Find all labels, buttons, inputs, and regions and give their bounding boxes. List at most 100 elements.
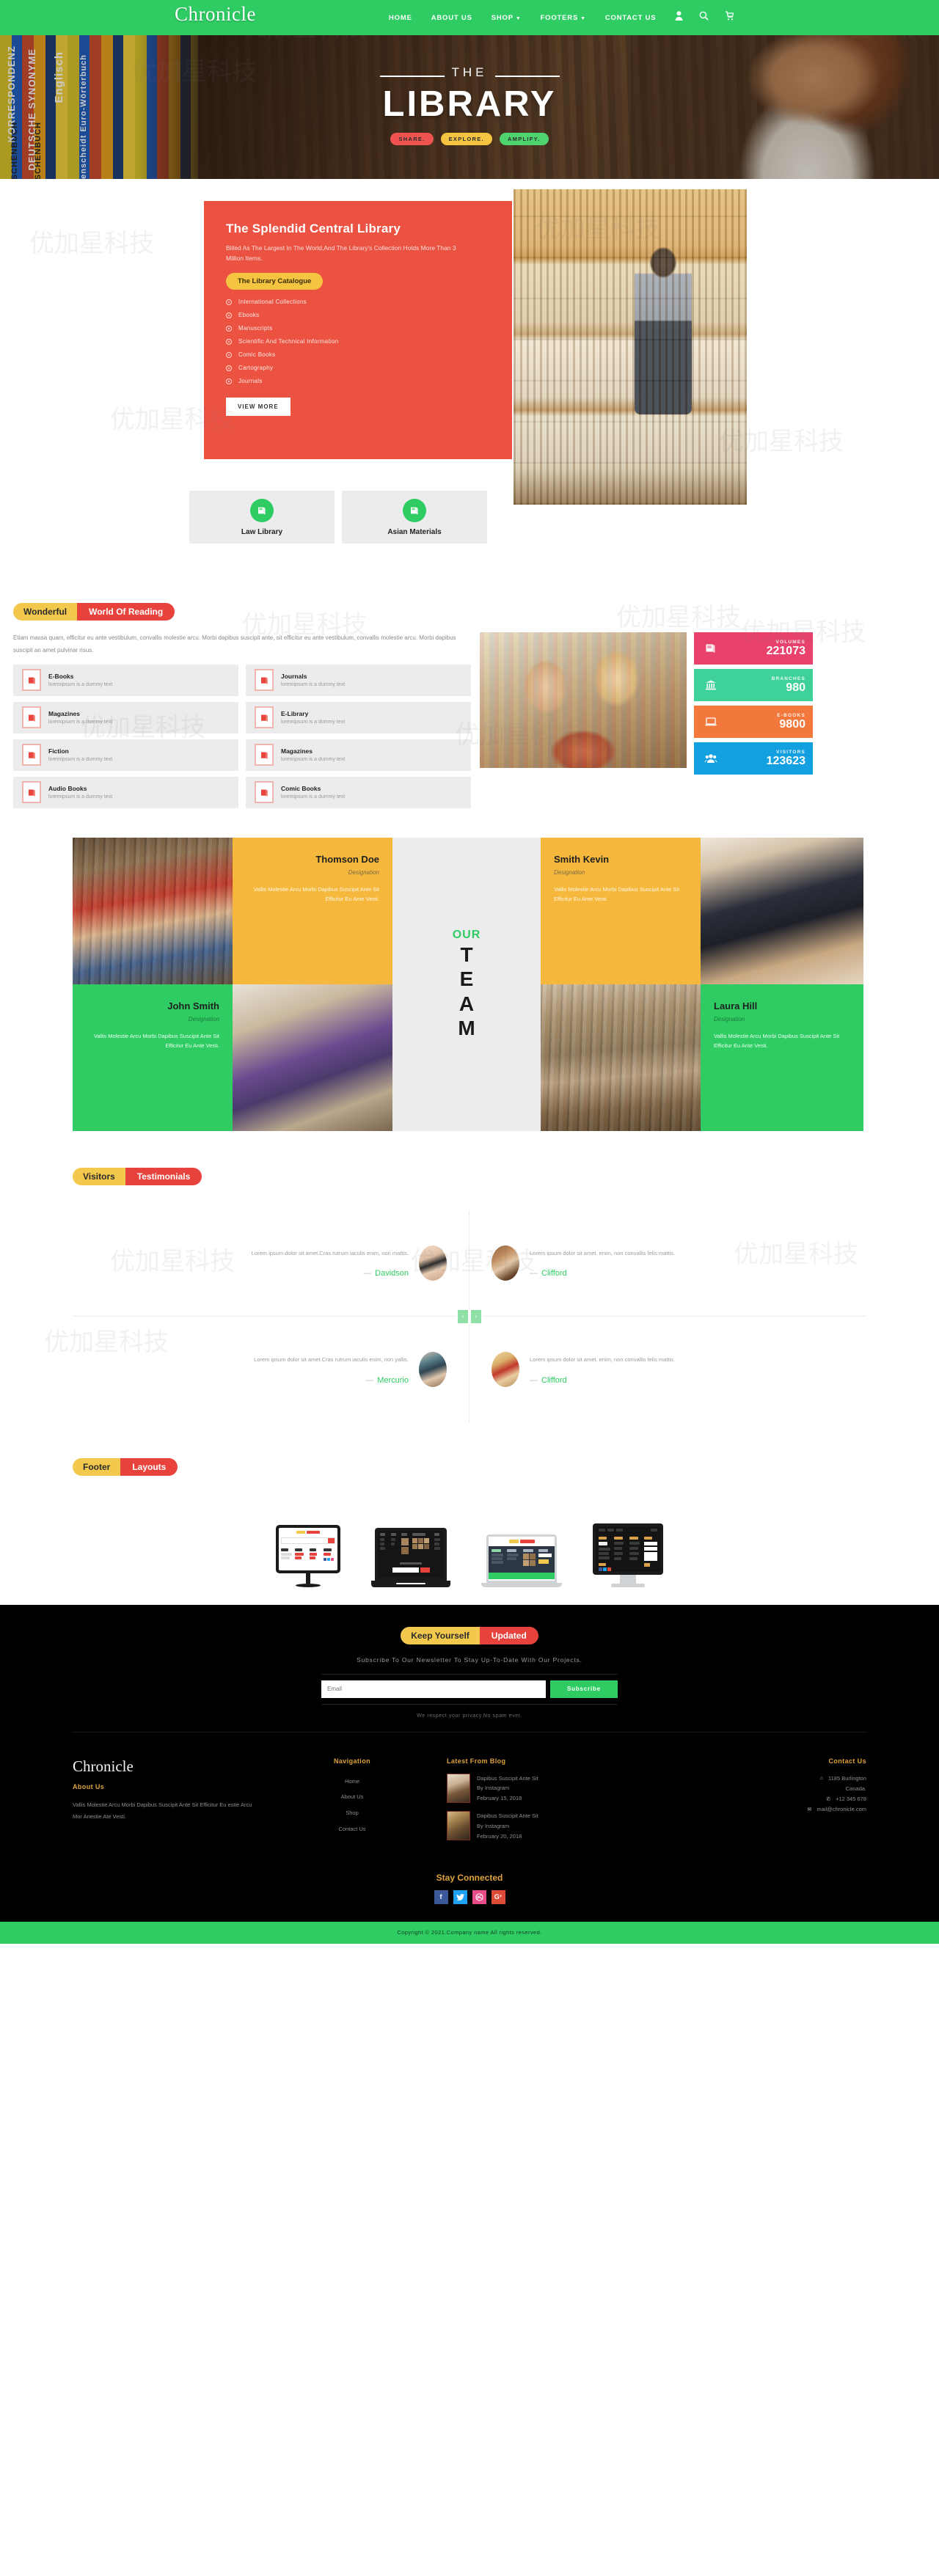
feature-audio-books[interactable]: Audio Books loremipsum is a dummy text: [13, 776, 238, 808]
site-footer: Keep Yourself Updated Subscribe To Our N…: [0, 1604, 939, 1944]
nav-item-footers[interactable]: FOOTERS ▼: [541, 14, 586, 22]
team-letter-m: M: [458, 1016, 475, 1039]
social-links: f G +: [0, 1889, 939, 1904]
team-card-john-smith: John Smith Designation Vallis Molestie A…: [73, 984, 233, 1131]
feature-elibrary[interactable]: E-Library loremipsum is a dummy text: [246, 701, 471, 733]
feature-magazines-2[interactable]: Magazines loremipsum is a dummy text: [246, 739, 471, 771]
dribbble-icon[interactable]: [472, 1889, 486, 1904]
newsletter-note: We respect your privacy.No spam ever.: [417, 1713, 522, 1719]
list-item[interactable]: Manuscripts: [226, 325, 490, 332]
googleplus-icon[interactable]: G +: [491, 1889, 505, 1904]
blog-author: By Instagram: [477, 1785, 510, 1792]
nav-item-home[interactable]: HOME: [389, 14, 412, 22]
blog-title: Dapibus Suscipit Ante Sit: [477, 1812, 538, 1820]
footer-link-contact-us[interactable]: Contact Us: [287, 1821, 417, 1837]
facebook-icon[interactable]: f: [434, 1889, 448, 1904]
blog-thumbnail: [447, 1773, 470, 1803]
member-designation: Designation: [554, 868, 585, 876]
team-card-smith-kevin: Smith Kevin Designation Vallis Molestie …: [541, 837, 701, 984]
user-icon[interactable]: [675, 11, 683, 24]
footer-link-about-us[interactable]: About Us: [287, 1789, 417, 1805]
hero-badge-group: SHARE. EXPLORE. AMPLIFY.: [390, 133, 549, 145]
brand-logo[interactable]: Chronicle: [175, 3, 256, 26]
list-item[interactable]: Comic Books: [226, 351, 490, 358]
cart-icon[interactable]: [725, 11, 734, 24]
blog-date: February 15, 2018: [477, 1795, 522, 1802]
member-bio: Vallis Molestie Arcu Morbi Dapibus Susci…: [554, 885, 680, 903]
splendid-tile-group: Law Library Asian Materials: [189, 491, 487, 544]
avatar: [492, 1245, 519, 1281]
splendid-library-section: 优加星科技 优加星科技 优加星科技 优加星科技 The Splendid Cen…: [0, 179, 939, 590]
nav-item-about-us[interactable]: ABOUT US: [431, 14, 472, 22]
laptop-mockup: [371, 1527, 450, 1587]
team-card-thomson-doe: Thomson Doe Designation Vallis Molestie …: [233, 837, 392, 984]
email-input[interactable]: [321, 1680, 546, 1698]
laptop-icon: [701, 715, 720, 728]
feature-comic-books[interactable]: Comic Books loremipsum is a dummy text: [246, 776, 471, 808]
team-photo-3: [233, 984, 392, 1131]
list-item[interactable]: Ebooks: [226, 312, 490, 318]
book-icon: [22, 706, 41, 729]
nav-item-contact-us[interactable]: CONTACT US: [605, 14, 657, 22]
member-name: John Smith: [167, 1000, 219, 1011]
list-item[interactable]: Scientific And Technical Information: [226, 338, 490, 345]
team-letter-e: E: [459, 967, 474, 991]
pill-right-label: Testimonials: [125, 1167, 202, 1185]
feature-fiction[interactable]: Fiction loremipsum is a dummy text: [13, 739, 238, 771]
carousel-next-button[interactable]: ›: [471, 1309, 481, 1323]
pill-right-label: Layouts: [120, 1457, 178, 1476]
dash-icon: —: [365, 1375, 374, 1385]
blog-thumbnail: [447, 1811, 470, 1841]
bullet-icon: [226, 325, 232, 332]
view-more-button[interactable]: VIEW MORE: [226, 398, 291, 417]
footer-link-home[interactable]: Home: [287, 1774, 417, 1790]
footer-navigation-column: Navigation Home About Us Shop Contact Us: [287, 1757, 417, 1849]
footer-link-shop[interactable]: Shop: [287, 1805, 417, 1821]
nav-item-shop[interactable]: SHOP ▼: [492, 14, 522, 22]
footer-contact-title: Contact Us: [828, 1757, 866, 1765]
contact-phone[interactable]: ✆ +12 345 678: [686, 1794, 866, 1804]
library-catalogue-pill[interactable]: The Library Catalogue: [226, 273, 324, 290]
subscribe-button[interactable]: Subscribe: [550, 1680, 618, 1698]
list-item[interactable]: Journals: [226, 378, 490, 384]
hero-badge-share[interactable]: SHARE.: [390, 133, 434, 145]
feature-title: E-Library: [281, 710, 309, 718]
bullet-icon: [226, 312, 232, 318]
tile-law-library[interactable]: Law Library: [189, 491, 335, 544]
member-name: Smith Kevin: [554, 853, 610, 865]
bullet-icon: [226, 365, 232, 371]
blog-item[interactable]: Dapibus Suscipit Ante Sit By Instagram F…: [447, 1773, 657, 1804]
list-item[interactable]: International Collections: [226, 299, 490, 305]
hero-badge-amplify[interactable]: AMPLIFY.: [499, 133, 549, 145]
member-name: Thomson Doe: [315, 853, 379, 865]
blog-item[interactable]: Dapibus Suscipit Ante Sit By Instagram F…: [447, 1811, 657, 1842]
contact-email[interactable]: ✉ mail@chronicle.com: [686, 1804, 866, 1815]
hero-badge-explore[interactable]: EXPLORE.: [440, 133, 492, 145]
book-icon: [255, 669, 274, 692]
search-icon[interactable]: [699, 11, 709, 24]
feature-magazines-1[interactable]: Magazines loremipsum is a dummy text: [13, 701, 238, 733]
contact-address: ⌂ 1185 Burlington: [686, 1774, 866, 1784]
feature-title: Comic Books: [281, 785, 321, 793]
avatar: [419, 1245, 447, 1281]
splendid-subtitle: Billed As The Largest In The World,And T…: [226, 244, 456, 263]
feature-ebooks[interactable]: E-Books loremipsum is a dummy text: [13, 664, 238, 696]
feature-journals[interactable]: Journals loremipsum is a dummy text: [246, 664, 471, 696]
feature-desc: loremipsum is a dummy text: [281, 794, 346, 800]
footer-layouts-section: 优加星科技 优加星科技 优加星科技 优加星科技 Footer Layouts: [0, 10, 939, 1605]
tile-asian-materials[interactable]: Asian Materials: [342, 491, 487, 544]
page-root: Chronicle HOME ABOUT US SHOP ▼ FOOTERS ▼ C…: [0, 0, 939, 1944]
feature-desc: loremipsum is a dummy text: [281, 757, 346, 763]
twitter-icon[interactable]: [453, 1889, 467, 1904]
testimonial-author: — Clifford: [530, 1375, 567, 1385]
list-item[interactable]: Cartography: [226, 365, 490, 371]
carousel-prev-button[interactable]: ‹: [458, 1309, 468, 1323]
book-icon: [22, 669, 41, 692]
bullet-icon: [226, 299, 232, 305]
hero-banner: KORRESPONDENZ DEUTSCHE SYNONYME Englisch…: [0, 35, 939, 179]
book-icon: [701, 642, 720, 655]
footer-about-title: About Us: [73, 1782, 105, 1790]
testimonials-grid: Lorem ipsum dolor sit amet.Cras rutrum i…: [73, 1210, 866, 1423]
book-icon: [255, 781, 274, 804]
newsletter-form: Subscribe: [321, 1673, 618, 1705]
